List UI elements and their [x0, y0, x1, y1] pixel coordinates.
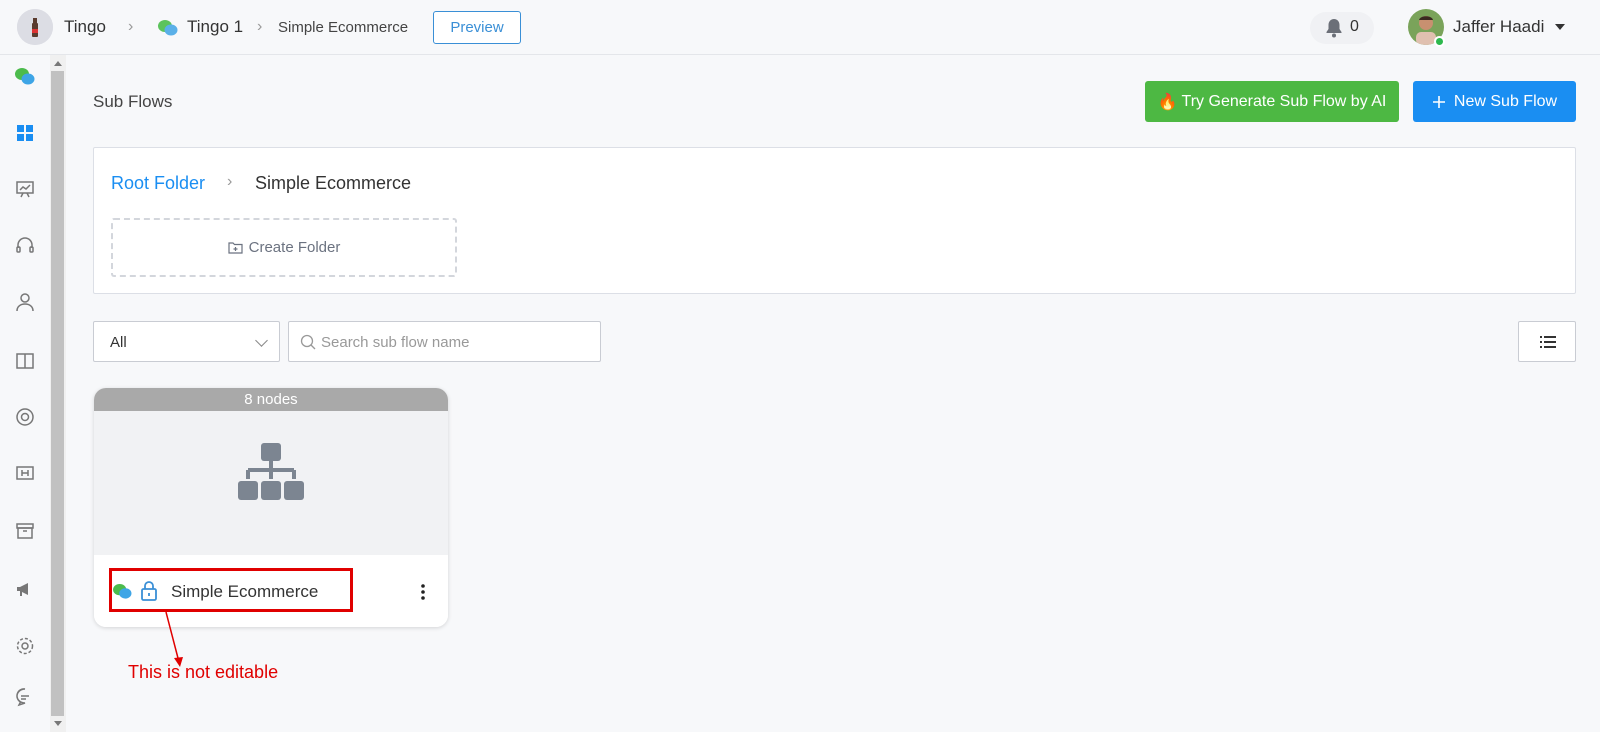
search-icon — [300, 334, 316, 350]
dashboard-icon[interactable] — [15, 123, 35, 143]
breadcrumb-root-folder[interactable]: Root Folder — [111, 173, 205, 194]
chevron-down-icon — [255, 334, 268, 347]
new-sub-flow-button[interactable]: New Sub Flow — [1413, 81, 1576, 122]
online-status-dot — [1434, 36, 1445, 47]
user-name[interactable]: Jaffer Haadi — [1453, 17, 1544, 37]
top-bar: Tingo › Tingo 1 › Simple Ecommerce Previ… — [0, 0, 1600, 55]
archive-icon[interactable] — [15, 521, 35, 541]
generate-ai-label: Try Generate Sub Flow by AI — [1181, 92, 1387, 110]
annotation-text: This is not editable — [128, 662, 279, 682]
sitemap-icon — [238, 443, 304, 500]
headset-icon[interactable] — [15, 236, 35, 256]
more-vertical-icon[interactable] — [418, 583, 428, 601]
page-title: Sub Flows — [93, 92, 173, 111]
chat-bubbles-icon — [158, 20, 178, 36]
node-count-badge: 8 nodes — [94, 388, 448, 411]
book-icon[interactable] — [15, 351, 35, 371]
bell-icon — [1326, 19, 1342, 38]
user-icon[interactable] — [15, 292, 35, 312]
filter-select[interactable]: All — [93, 321, 280, 362]
preview-button[interactable]: Preview — [433, 11, 521, 44]
sidebar — [0, 55, 50, 732]
breadcrumb-workspace[interactable]: Tingo — [64, 17, 106, 37]
scroll-down-icon[interactable] — [54, 721, 62, 726]
chevron-right-icon: › — [128, 18, 134, 35]
chevron-right-icon: › — [227, 173, 233, 190]
list-icon — [1540, 336, 1556, 348]
annotation-highlight-box — [109, 568, 353, 612]
search-input[interactable] — [321, 330, 591, 354]
create-folder-button[interactable]: Create Folder — [111, 218, 457, 277]
breadcrumb-current-folder: Simple Ecommerce — [255, 173, 412, 193]
chevron-right-icon: › — [257, 18, 263, 35]
new-sub-flow-label: New Sub Flow — [1453, 92, 1558, 110]
input-icon[interactable] — [15, 463, 35, 483]
scroll-up-icon[interactable] — [54, 61, 62, 66]
fire-icon: 🔥 — [1157, 93, 1178, 111]
scroll-thumb[interactable] — [51, 71, 64, 716]
megaphone-icon[interactable] — [15, 579, 35, 599]
card-preview[interactable] — [94, 411, 448, 555]
folder-plus-icon — [228, 242, 243, 254]
generate-ai-button[interactable]: 🔥 Try Generate Sub Flow by AI — [1145, 81, 1399, 122]
breadcrumb-flow[interactable]: Simple Ecommerce — [278, 19, 408, 36]
caret-down-icon[interactable] — [1555, 24, 1565, 30]
folder-panel: Root Folder › Simple Ecommerce Create Fo… — [93, 147, 1576, 294]
create-folder-label: Create Folder — [248, 239, 341, 256]
gear-icon[interactable] — [15, 636, 35, 656]
list-view-button[interactable] — [1518, 321, 1576, 362]
filter-value: All — [110, 334, 127, 351]
notification-count: 0 — [1350, 18, 1359, 35]
sidebar-scrollbar[interactable] — [50, 55, 66, 732]
comment-icon[interactable] — [15, 687, 35, 707]
breadcrumb-bot[interactable]: Tingo 1 — [187, 17, 243, 37]
presentation-icon[interactable] — [15, 179, 35, 199]
chat-bubbles-icon[interactable] — [15, 67, 35, 87]
lifebuoy-icon[interactable] — [15, 407, 35, 427]
plus-icon — [1432, 95, 1445, 108]
workspace-avatar[interactable] — [17, 9, 53, 45]
search-box — [288, 321, 601, 362]
